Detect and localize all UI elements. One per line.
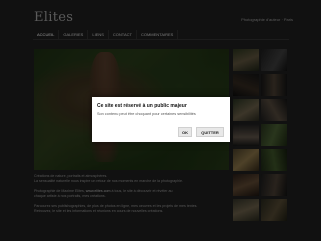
ok-button[interactable]: OK — [178, 127, 192, 137]
dialog-message: Son contenu peut être choquant pour cert… — [97, 112, 196, 116]
dialog-title: Ce site est réservé à un public majeur — [97, 103, 187, 109]
quit-button[interactable]: QUITTER — [196, 127, 224, 137]
age-warning-dialog: Ce site est réservé à un public majeur S… — [92, 97, 230, 142]
